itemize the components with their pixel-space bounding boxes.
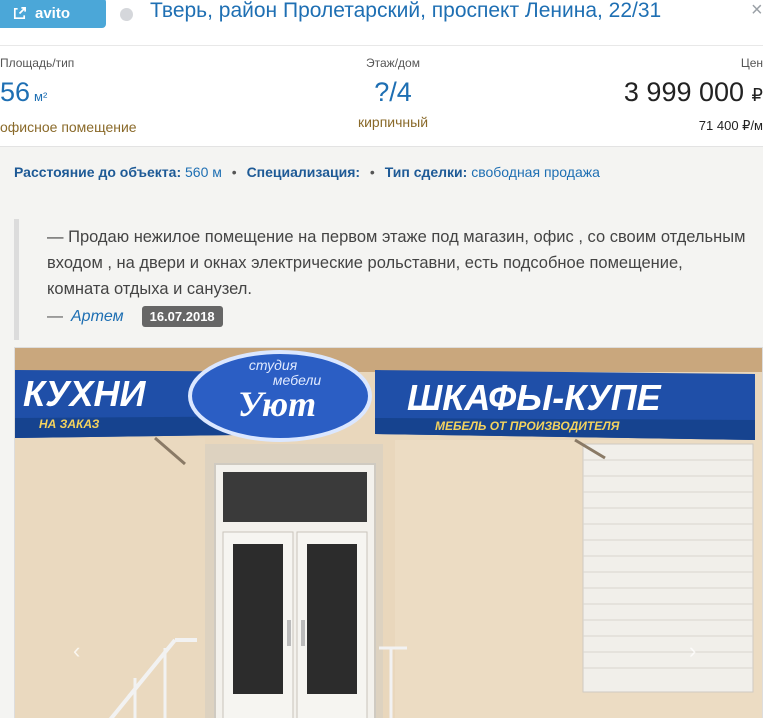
price-value: 3 999 000 ₽ [624, 76, 763, 111]
listing-address-link[interactable]: Тверь, район Пролетарский, проспект Лени… [150, 0, 661, 23]
quote-attribution: — Артем 16.07.2018 [47, 306, 749, 327]
close-icon[interactable]: × [751, 0, 763, 22]
bullet-separator: • [369, 164, 375, 180]
description-text: — Продаю нежилое помещение на первом эта… [47, 228, 746, 298]
header-divider [0, 45, 763, 46]
badge-label: avito [35, 4, 71, 22]
external-link-icon [13, 6, 26, 19]
storefront-photo-image: студия мебели Уют КУХНИ НА ЗАКАЗ ШКАФЫ-К… [15, 348, 762, 718]
price-per-meter: 71 400 ₽/м [698, 118, 763, 133]
distance-value: 560 м [185, 164, 222, 180]
ruble-icon: ₽ [751, 85, 763, 105]
area-column: Площадь/тип 56 м² офисное помещение [0, 56, 137, 135]
sign-brand-text: Уют [238, 384, 316, 424]
deal-type-label: Тип сделки: [384, 164, 468, 180]
floor-column: Этаж/дом ?/4 кирпичный [348, 56, 438, 130]
building-material: кирпичный [357, 114, 429, 130]
photo-prev-arrow[interactable]: ‹ [73, 638, 80, 664]
area-label: Площадь/тип [0, 56, 75, 70]
deal-type-value: свободная продажа [471, 164, 600, 180]
price-number: 3 999 000 [623, 77, 745, 107]
distance-label: Расстояние до объекта: [14, 164, 182, 180]
listing-header: avito Тверь, район Пролетарский, проспек… [0, 0, 763, 40]
photo-next-arrow[interactable]: › [689, 638, 696, 664]
bullet-separator: • [231, 164, 237, 180]
property-type: офисное помещение [0, 119, 137, 135]
listing-date-badge: 16.07.2018 [141, 306, 223, 327]
price-label: Цен [740, 56, 763, 70]
listing-photo[interactable]: студия мебели Уют КУХНИ НА ЗАКАЗ ШКАФЫ-К… [14, 347, 763, 718]
listing-details-panel: Расстояние до объекта: 560 м • Специализ… [0, 146, 763, 718]
sign-right-text: ШКАФЫ-КУПЕ [407, 377, 662, 418]
sign-right-sub: МЕБЕЛЬ ОТ ПРОИЗВОДИТЕЛЯ [435, 419, 620, 433]
floor-label: Этаж/дом [366, 56, 420, 70]
avito-source-badge[interactable]: avito [0, 0, 106, 28]
floor-value: ?/4 [374, 77, 412, 107]
sign-left-text: КУХНИ [23, 373, 147, 414]
status-dot [120, 8, 133, 21]
seller-name-link[interactable]: Артем [71, 308, 124, 326]
specialization-label: Специализация: [246, 164, 361, 180]
area-number: 56 [0, 77, 31, 107]
seller-description-quote: — Продаю нежилое помещение на первом эта… [14, 219, 749, 340]
price-column: Цен 3 999 000 ₽ 71 400 ₽/м [624, 56, 763, 134]
area-value: 56 м² [0, 76, 137, 113]
attribution-dash: — [47, 307, 63, 325]
sign-center-top: студия [249, 357, 298, 373]
sign-left-sub: НА ЗАКАЗ [39, 417, 100, 431]
listing-attributes: Расстояние до объекта: 560 м • Специализ… [14, 161, 744, 184]
area-unit: м² [34, 89, 48, 104]
